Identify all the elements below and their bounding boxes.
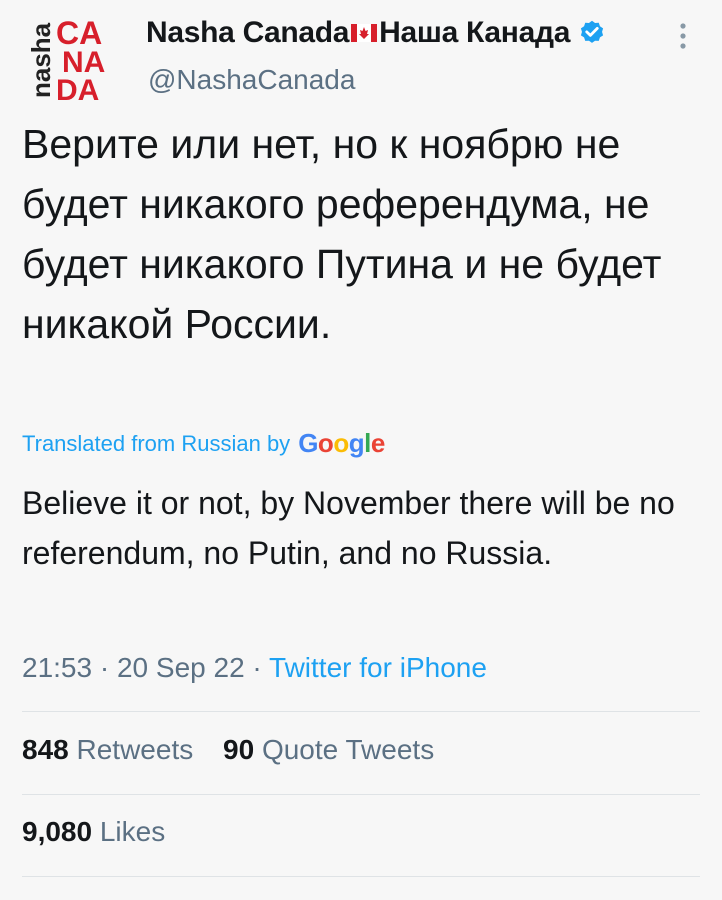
retweet-stats-row: 848 Retweets 90 Quote Tweets [22,734,456,766]
verified-badge-icon [581,20,604,43]
tweet-source-link[interactable]: Twitter for iPhone [269,652,487,683]
likes-stat[interactable]: 9,080 Likes [22,816,165,847]
more-options-icon[interactable] [668,20,698,52]
avatar-line-3: DA [56,74,99,102]
quote-tweets-count: 90 [223,734,255,765]
canada-flag-icon [351,24,378,42]
likes-label: Likes [99,816,166,847]
meta-separator: · [99,652,110,683]
tweet-time: 21:53 [22,652,93,683]
display-name-en: Nasha Canada [146,16,350,49]
tweet-date: 20 Sep 22 [116,652,245,683]
quote-tweets-stat[interactable]: 90 Quote Tweets [223,734,434,765]
translated-text: Believe it or not, by November there wil… [22,485,675,571]
quote-tweets-label: Quote Tweets [261,734,435,765]
retweets-count: 848 [22,734,69,765]
display-name-ru: Наша Канада [379,16,571,49]
tweet-text: Верите или нет, но к ноябрю не будет ник… [22,121,662,347]
retweets-stat[interactable]: 848 Retweets [22,734,201,765]
user-handle[interactable]: @NashaCanada [148,64,355,96]
retweets-label: Retweets [76,734,194,765]
display-name[interactable]: Nasha Canada Наша Канада [146,16,606,50]
tweet-detail: nasha CA NA DA Nasha Canada Наша Канада … [0,0,722,900]
likes-stats-row: 9,080 Likes [22,816,187,848]
translation-attribution[interactable]: Translated from Russian by Google [22,428,385,459]
google-logo: Google [298,428,385,458]
divider [22,876,700,877]
tweet-meta: 21:53 · 20 Sep 22 · Twitter for iPhone [22,652,487,684]
divider [22,711,700,712]
translated-label: Translated from Russian by [22,430,291,456]
likes-count: 9,080 [22,816,93,847]
divider [22,794,700,795]
avatar-vertical-text: nasha [26,22,56,98]
meta-separator: · [252,652,262,683]
profile-avatar[interactable]: nasha CA NA DA [22,14,132,102]
